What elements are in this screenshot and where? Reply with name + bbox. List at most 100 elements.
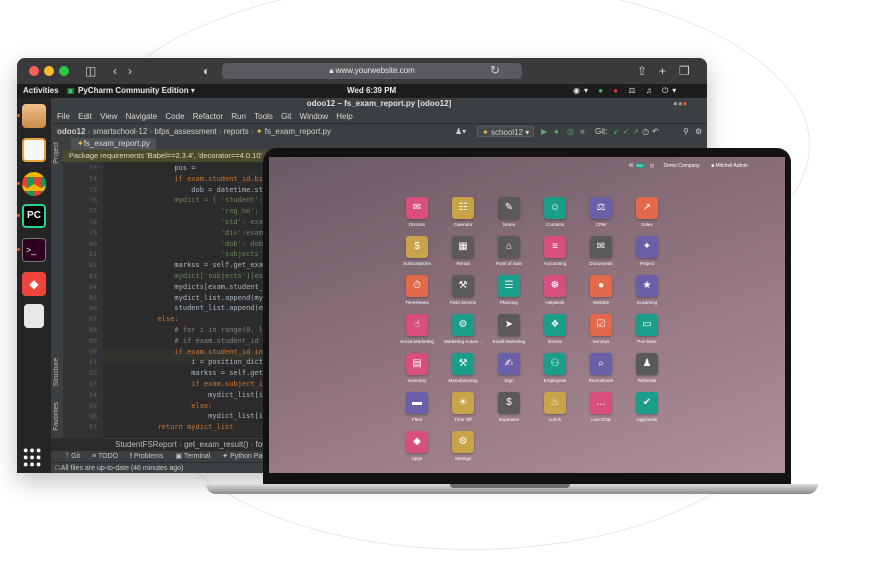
app-tile[interactable]: ✔ Approvals <box>624 392 670 428</box>
menu-refactor[interactable]: Refactor <box>193 112 223 121</box>
chrome-app-icon[interactable] <box>22 172 46 196</box>
breadcrumb-project[interactable]: odoo12 <box>57 127 85 136</box>
debug-icon[interactable]: ● <box>554 124 559 139</box>
app-tile[interactable]: ⚒ Manufacturing <box>440 353 486 389</box>
app-tile[interactable]: ♨ Lunch <box>532 392 578 428</box>
menu-file[interactable]: File <box>57 112 70 121</box>
editor-tab-active[interactable]: ✦fs_exam_report.py <box>71 138 156 150</box>
clock-icon[interactable]: ◷ <box>650 163 654 169</box>
clock[interactable]: Wed 6:39 PM <box>347 84 396 98</box>
share-icon[interactable]: ⇧ <box>637 64 647 78</box>
minimize-dot[interactable] <box>44 66 54 76</box>
terminal-tab[interactable]: ▣ Terminal <box>175 453 210 460</box>
menu-navigate[interactable]: Navigate <box>126 112 158 121</box>
app-tile[interactable]: ⏱ Timesheets <box>394 275 440 311</box>
breadcrumb-folder[interactable]: smartschool-12 <box>93 127 148 136</box>
app-tile[interactable]: $ Subscriptions <box>394 236 440 272</box>
user-menu[interactable]: Mitchell Admin <box>716 163 748 169</box>
app-tile[interactable]: ↗ Sales <box>624 197 670 233</box>
forward-icon[interactable]: › <box>128 64 132 78</box>
show-applications-icon[interactable]: ●●● ●●● ●●● <box>23 446 45 469</box>
app-tile[interactable]: ✍ Sign <box>486 353 532 389</box>
app-tile[interactable]: ☸ Helpdesk <box>532 275 578 311</box>
avatar[interactable]: ■ <box>711 163 714 169</box>
terminal-app-icon[interactable]: >_ <box>22 238 46 262</box>
app-tile[interactable]: ☺ Contacts <box>532 197 578 233</box>
app-tile[interactable]: ✉ Documents <box>578 236 624 272</box>
menu-tools[interactable]: Tools <box>254 112 273 121</box>
menu-help[interactable]: Help <box>336 112 352 121</box>
app-tile[interactable]: ✦ Project <box>624 236 670 272</box>
app-tile[interactable]: ❖ Events <box>532 314 578 350</box>
app-tile[interactable]: ⚒ Field Service <box>440 275 486 311</box>
app-tile[interactable]: ⚙ Marketing Autom... <box>440 314 486 350</box>
chat-icon[interactable]: ✉ <box>629 163 633 169</box>
address-bar[interactable]: 🔒︎ www.yourwebsite.com <box>222 63 522 79</box>
git-tab[interactable]: ᛉ Git <box>65 453 80 460</box>
problems-tab[interactable]: ❗︎ Problems <box>130 453 163 460</box>
app-tile[interactable]: ✎ Notes <box>486 197 532 233</box>
vcs-user-icon[interactable]: ♟▾ <box>455 124 466 139</box>
app-tile[interactable]: ● Website <box>578 275 624 311</box>
new-tab-icon[interactable]: + <box>659 64 666 78</box>
todo-tab[interactable]: ≡ TODO <box>92 453 118 460</box>
app-tile[interactable]: ☀ Time Off <box>440 392 486 428</box>
anydesk-app-icon[interactable]: ◆ <box>22 272 46 296</box>
app-tile[interactable]: ⚖ CRM <box>578 197 624 233</box>
app-tile[interactable]: … Live Chat <box>578 392 624 428</box>
settings-icon[interactable]: ⚙ <box>695 124 702 139</box>
coverage-icon[interactable]: ◎ <box>567 124 574 139</box>
menu-git[interactable]: Git <box>281 112 291 121</box>
favorites-tool-tab[interactable]: Favorites <box>53 402 60 431</box>
app-tile[interactable]: ⌕ Recruitment <box>578 353 624 389</box>
app-tile[interactable]: ⌂ Point of Sale <box>486 236 532 272</box>
search-icon[interactable]: ⚲ <box>683 124 689 139</box>
window-controls[interactable]: ●●● <box>673 99 688 108</box>
app-tile[interactable]: ▦ Rental <box>440 236 486 272</box>
app-tile[interactable]: ☷ Calendar <box>440 197 486 233</box>
files-app-icon[interactable] <box>22 104 46 128</box>
calculator-app-icon[interactable] <box>24 304 44 328</box>
back-icon[interactable]: ‹ <box>113 64 117 78</box>
close-dot[interactable] <box>29 66 39 76</box>
app-tile[interactable]: ☑ Surveys <box>578 314 624 350</box>
app-tile[interactable]: ◆ Apps <box>394 431 440 467</box>
app-tile[interactable]: ▤ Inventory <box>394 353 440 389</box>
project-tool-tab[interactable]: Project <box>53 142 60 164</box>
privacy-icon[interactable]: ◐ <box>203 64 210 78</box>
tabs-overview-icon[interactable]: ❐ <box>679 64 690 78</box>
tray-icons[interactable]: ◉▾ ● ● ⚖ ♫ ⏻▾ <box>573 84 680 98</box>
activities-button[interactable]: Activities <box>23 84 59 98</box>
text-editor-app-icon[interactable] <box>22 138 46 162</box>
app-menu[interactable]: PyCharm Community Edition ▾ <box>78 84 195 98</box>
sidebar-icon[interactable]: ◫ <box>85 64 96 78</box>
app-tile[interactable]: ▭ Purchase <box>624 314 670 350</box>
stop-icon[interactable]: ■ <box>580 124 585 139</box>
menu-window[interactable]: Window <box>300 112 328 121</box>
maximize-dot[interactable] <box>59 66 69 76</box>
app-tile[interactable]: ☰ Planning <box>486 275 532 311</box>
app-tile[interactable]: ✉ Discuss <box>394 197 440 233</box>
crumb-method[interactable]: get_exam_result() <box>184 440 248 449</box>
crumb-class[interactable]: StudentFSReport <box>115 440 177 449</box>
python-packages-tab[interactable]: ✦ Python Pac <box>222 453 266 460</box>
company-switcher[interactable]: Demo Company <box>664 163 700 169</box>
app-tile[interactable]: ⚙ Settings <box>440 431 486 467</box>
app-tile[interactable]: ▬ Fleet <box>394 392 440 428</box>
app-tile[interactable]: ➤ Email Marketing <box>486 314 532 350</box>
menu-view[interactable]: View <box>100 112 117 121</box>
app-tile[interactable]: ★ eLearning <box>624 275 670 311</box>
structure-tool-tab[interactable]: Structure <box>53 358 60 386</box>
menu-run[interactable]: Run <box>231 112 246 121</box>
app-tile[interactable]: ☝ Social Marketing <box>394 314 440 350</box>
menu-code[interactable]: Code <box>165 112 184 121</box>
run-config-dropdown[interactable]: ✦ school12 ▾ <box>477 126 535 137</box>
menu-edit[interactable]: Edit <box>78 112 92 121</box>
run-icon[interactable]: ▶ <box>541 124 547 139</box>
app-tile[interactable]: $ Expenses <box>486 392 532 428</box>
git-actions-icons[interactable]: ↙✓↗◷↶ <box>613 124 662 139</box>
app-tile[interactable]: ≡ Accounting <box>532 236 578 272</box>
app-tile[interactable]: ⚇ Employees <box>532 353 578 389</box>
reload-icon[interactable]: ↻ <box>490 63 500 77</box>
breadcrumb-file[interactable]: fs_exam_report.py <box>265 127 331 136</box>
